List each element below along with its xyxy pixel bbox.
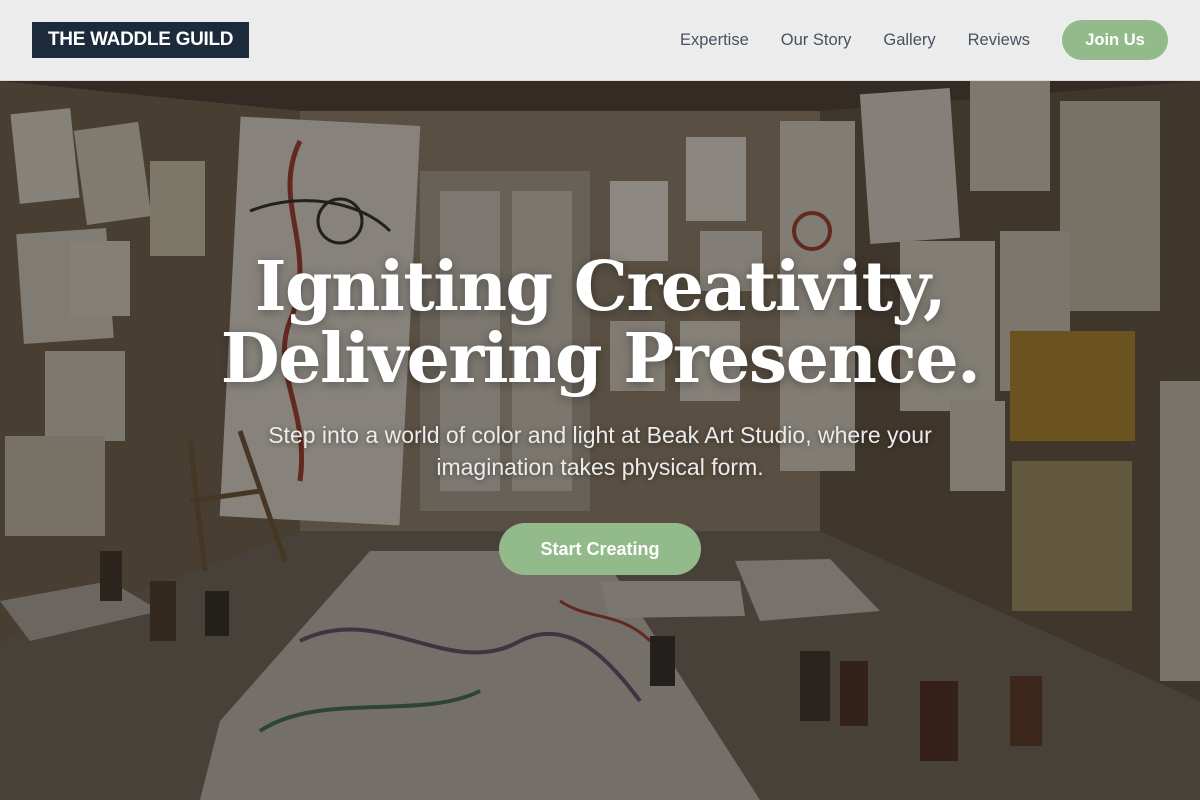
- hero-headline-line-1: Igniting Creativity,: [254, 247, 947, 327]
- nav-link-expertise[interactable]: Expertise: [680, 31, 749, 50]
- join-us-button[interactable]: Join Us: [1062, 20, 1168, 60]
- nav-link-reviews[interactable]: Reviews: [968, 31, 1030, 50]
- hero-subtext: Step into a world of color and light at …: [268, 422, 932, 480]
- hero-section: Igniting Creativity, Delivering Presence…: [0, 81, 1200, 800]
- site-header: THE WADDLE GUILD Expertise Our Story Gal…: [0, 0, 1200, 81]
- nav-link-gallery[interactable]: Gallery: [883, 31, 935, 50]
- hero-content: Igniting Creativity, Delivering Presence…: [0, 81, 1200, 800]
- brand-logo[interactable]: THE WADDLE GUILD: [32, 22, 250, 58]
- main-nav: Expertise Our Story Gallery Reviews Join…: [648, 20, 1168, 60]
- nav-link-our-story[interactable]: Our Story: [781, 31, 852, 50]
- hero-headline-line-2: Delivering Presence.: [220, 319, 981, 399]
- start-creating-button[interactable]: Start Creating: [499, 523, 701, 575]
- hero-headline: Igniting Creativity, Delivering Presence…: [220, 247, 981, 399]
